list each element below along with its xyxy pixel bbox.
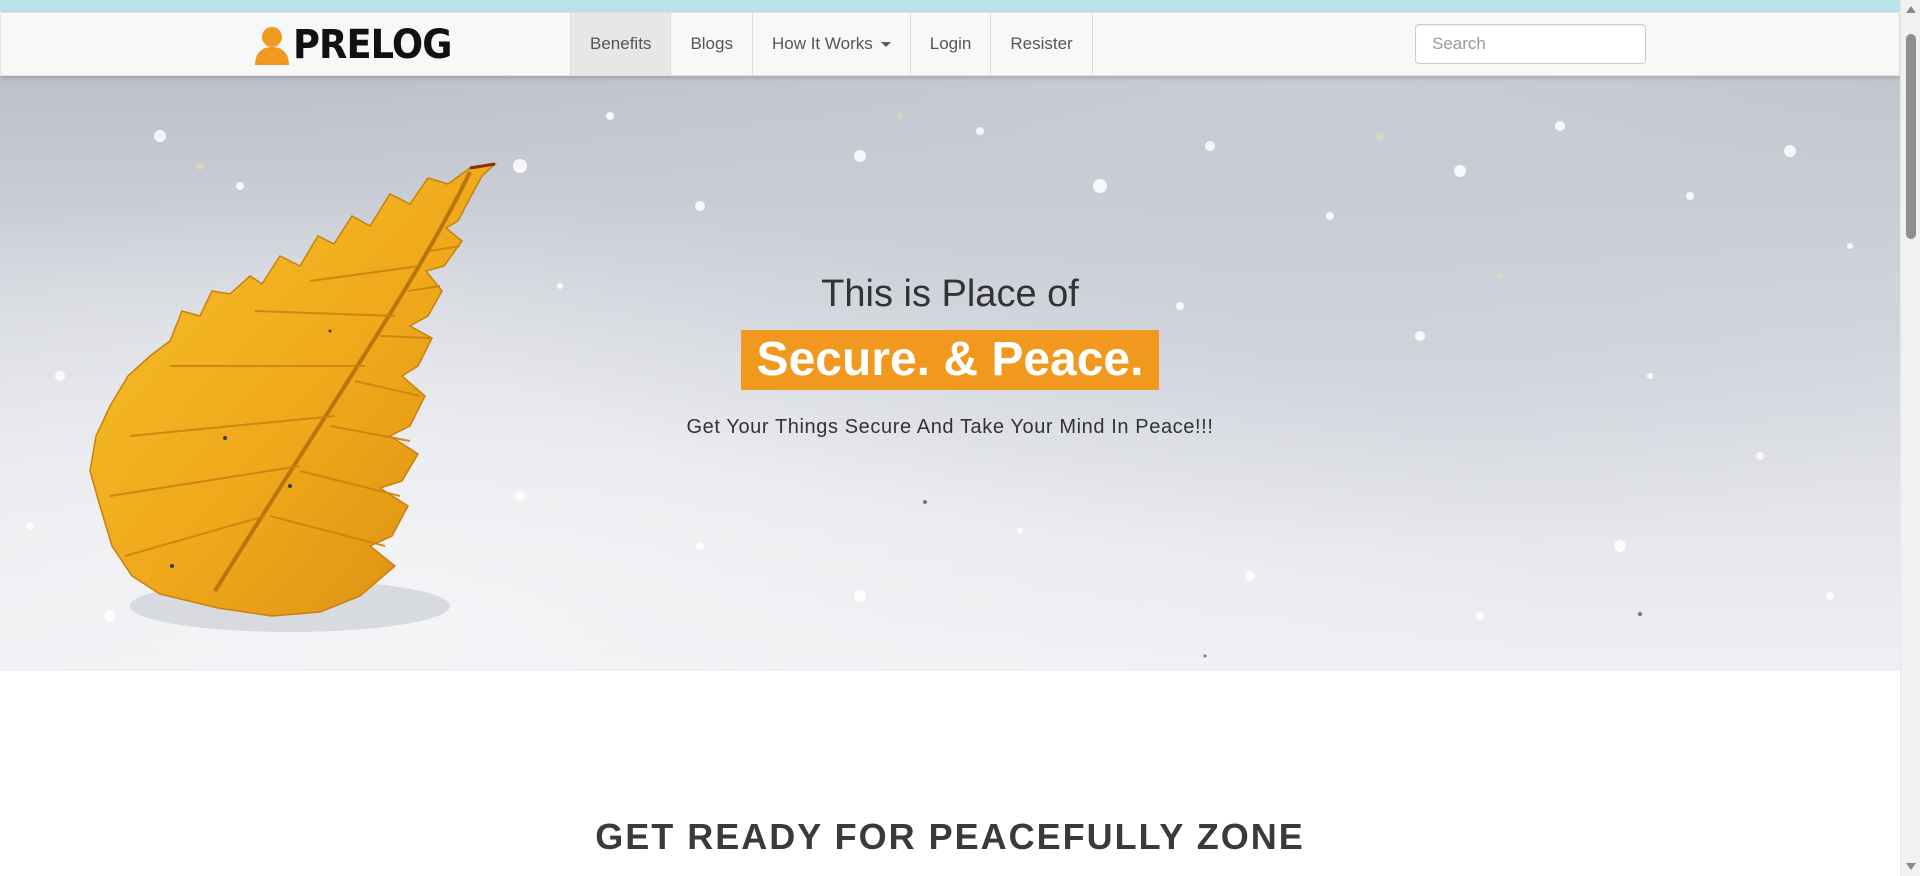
nav-item-how-it-works[interactable]: How It Works — [753, 13, 911, 75]
section-heading: GET READY FOR PEACEFULLY ZONE — [595, 816, 1305, 857]
hero-highlight-wrapper: Secure. & Peace. — [0, 330, 1900, 390]
nav-item-register[interactable]: Resister — [991, 13, 1093, 75]
nav-item-label: Login — [929, 34, 972, 53]
hero-content: This is Place of Secure. & Peace. Get Yo… — [0, 76, 1900, 671]
hero-title: This is Place of — [821, 273, 1079, 315]
nav-item-label: Resister — [1010, 34, 1073, 53]
user-silhouette-icon — [255, 27, 289, 65]
hero-subtitle: Get Your Things Secure And Take Your Min… — [686, 416, 1214, 438]
vertical-scrollbar[interactable] — [1900, 0, 1920, 876]
caret-down-icon — [880, 41, 891, 47]
hero-banner: This is Place of Secure. & Peace. Get Yo… — [0, 76, 1900, 671]
brand-logo-link[interactable]: PRELOG — [253, 21, 465, 69]
scroll-down-arrow-icon[interactable] — [1906, 863, 1916, 870]
navbar: PRELOG Benefits Blogs How It Works Login… — [0, 12, 1900, 76]
top-accent-strip — [0, 0, 1900, 12]
brand-name: PRELOG — [293, 22, 452, 68]
scroll-up-arrow-icon[interactable] — [1906, 6, 1916, 13]
search-input[interactable] — [1415, 24, 1646, 64]
main-nav-menu: Benefits Blogs How It Works Login Resist… — [570, 13, 1093, 75]
scrollbar-thumb[interactable] — [1906, 34, 1916, 239]
nav-item-blogs[interactable]: Blogs — [671, 13, 753, 75]
nav-item-login[interactable]: Login — [911, 13, 992, 75]
nav-item-label: Benefits — [590, 34, 652, 53]
hero-highlight-badge: Secure. & Peace. — [740, 330, 1160, 390]
page-viewport: PRELOG Benefits Blogs How It Works Login… — [0, 0, 1900, 876]
nav-item-label: How It Works — [771, 34, 873, 53]
nav-item-benefits[interactable]: Benefits — [570, 13, 672, 75]
nav-item-label: Blogs — [690, 34, 733, 53]
